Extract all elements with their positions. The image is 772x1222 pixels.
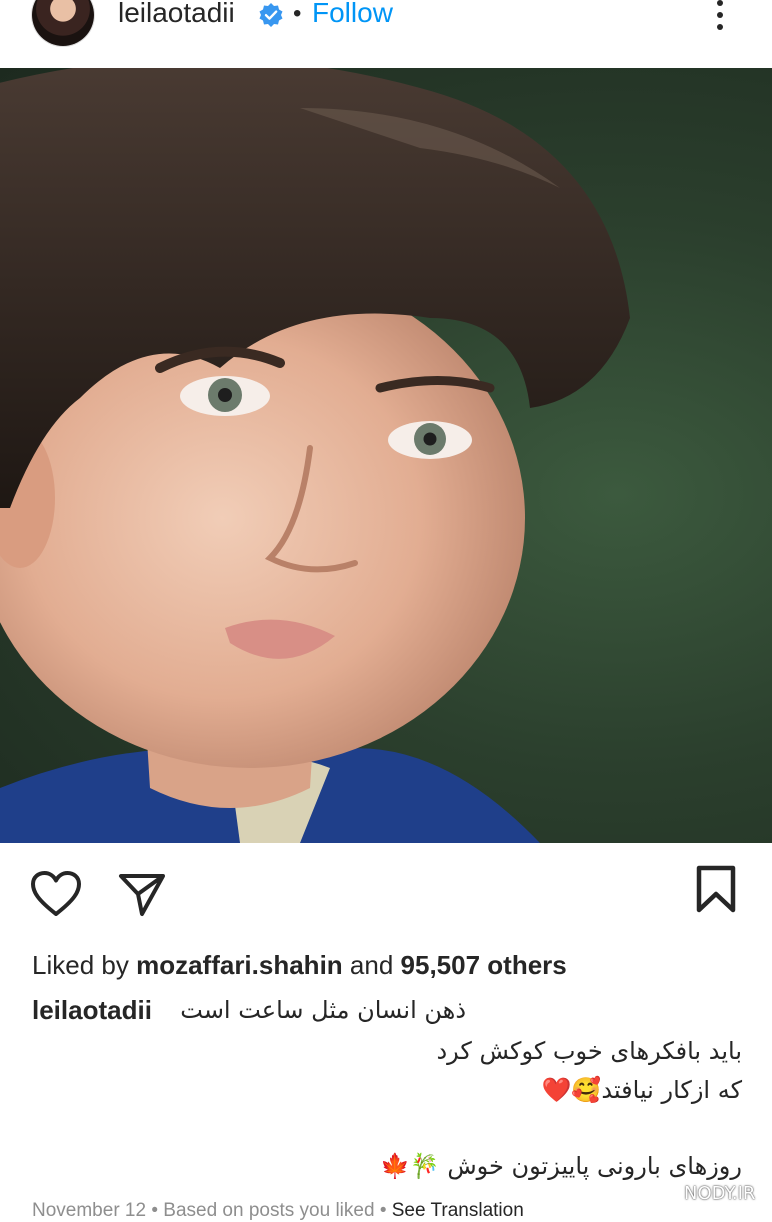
likes-prefix: Liked by bbox=[32, 950, 129, 980]
avatar[interactable] bbox=[32, 0, 94, 46]
see-translation-link[interactable]: See Translation bbox=[392, 1200, 524, 1221]
caption-username[interactable]: leilaotadii bbox=[32, 995, 152, 1026]
meta-separator-1: • bbox=[151, 1200, 158, 1221]
post-image[interactable] bbox=[0, 68, 772, 843]
portrait-illustration bbox=[0, 68, 630, 843]
header-separator: • bbox=[293, 0, 302, 27]
verified-badge-icon bbox=[259, 3, 283, 27]
post-username[interactable]: leilaotadii bbox=[118, 0, 235, 29]
watermark: NODY.IR bbox=[684, 1183, 756, 1204]
heart-icon[interactable] bbox=[30, 870, 82, 918]
caption-line-3: که ازکار نیافتد🥰❤️ bbox=[541, 1076, 742, 1104]
post-header: leilaotadii • Follow bbox=[0, 0, 772, 68]
likes-middle: and bbox=[349, 950, 394, 980]
post-actions bbox=[0, 860, 772, 930]
paper-plane-icon[interactable] bbox=[118, 872, 166, 918]
post-date: November 12 bbox=[32, 1200, 147, 1221]
caption-line-2: باید بافکرهای خوب کوکش کرد bbox=[436, 1037, 742, 1065]
recommendation-note: Based on posts you liked bbox=[163, 1200, 375, 1221]
meta-separator-2: • bbox=[379, 1200, 387, 1221]
caption-line-1: ذهن انسان مثل ساعت است bbox=[180, 996, 466, 1024]
likes-summary[interactable]: Liked by mozaffari.shahin and 95,507 oth… bbox=[32, 950, 567, 981]
more-vertical-icon[interactable] bbox=[708, 0, 732, 38]
likes-count[interactable]: 95,507 others bbox=[401, 950, 567, 980]
post-meta: November 12 • Based on posts you liked •… bbox=[32, 1200, 524, 1222]
liked-by-user[interactable]: mozaffari.shahin bbox=[136, 950, 343, 980]
caption-line-4: روزهای بارونی پاییزتون خوش 🎋🍁 bbox=[379, 1152, 742, 1180]
follow-button[interactable]: Follow bbox=[312, 0, 393, 29]
bookmark-icon[interactable] bbox=[694, 864, 738, 914]
